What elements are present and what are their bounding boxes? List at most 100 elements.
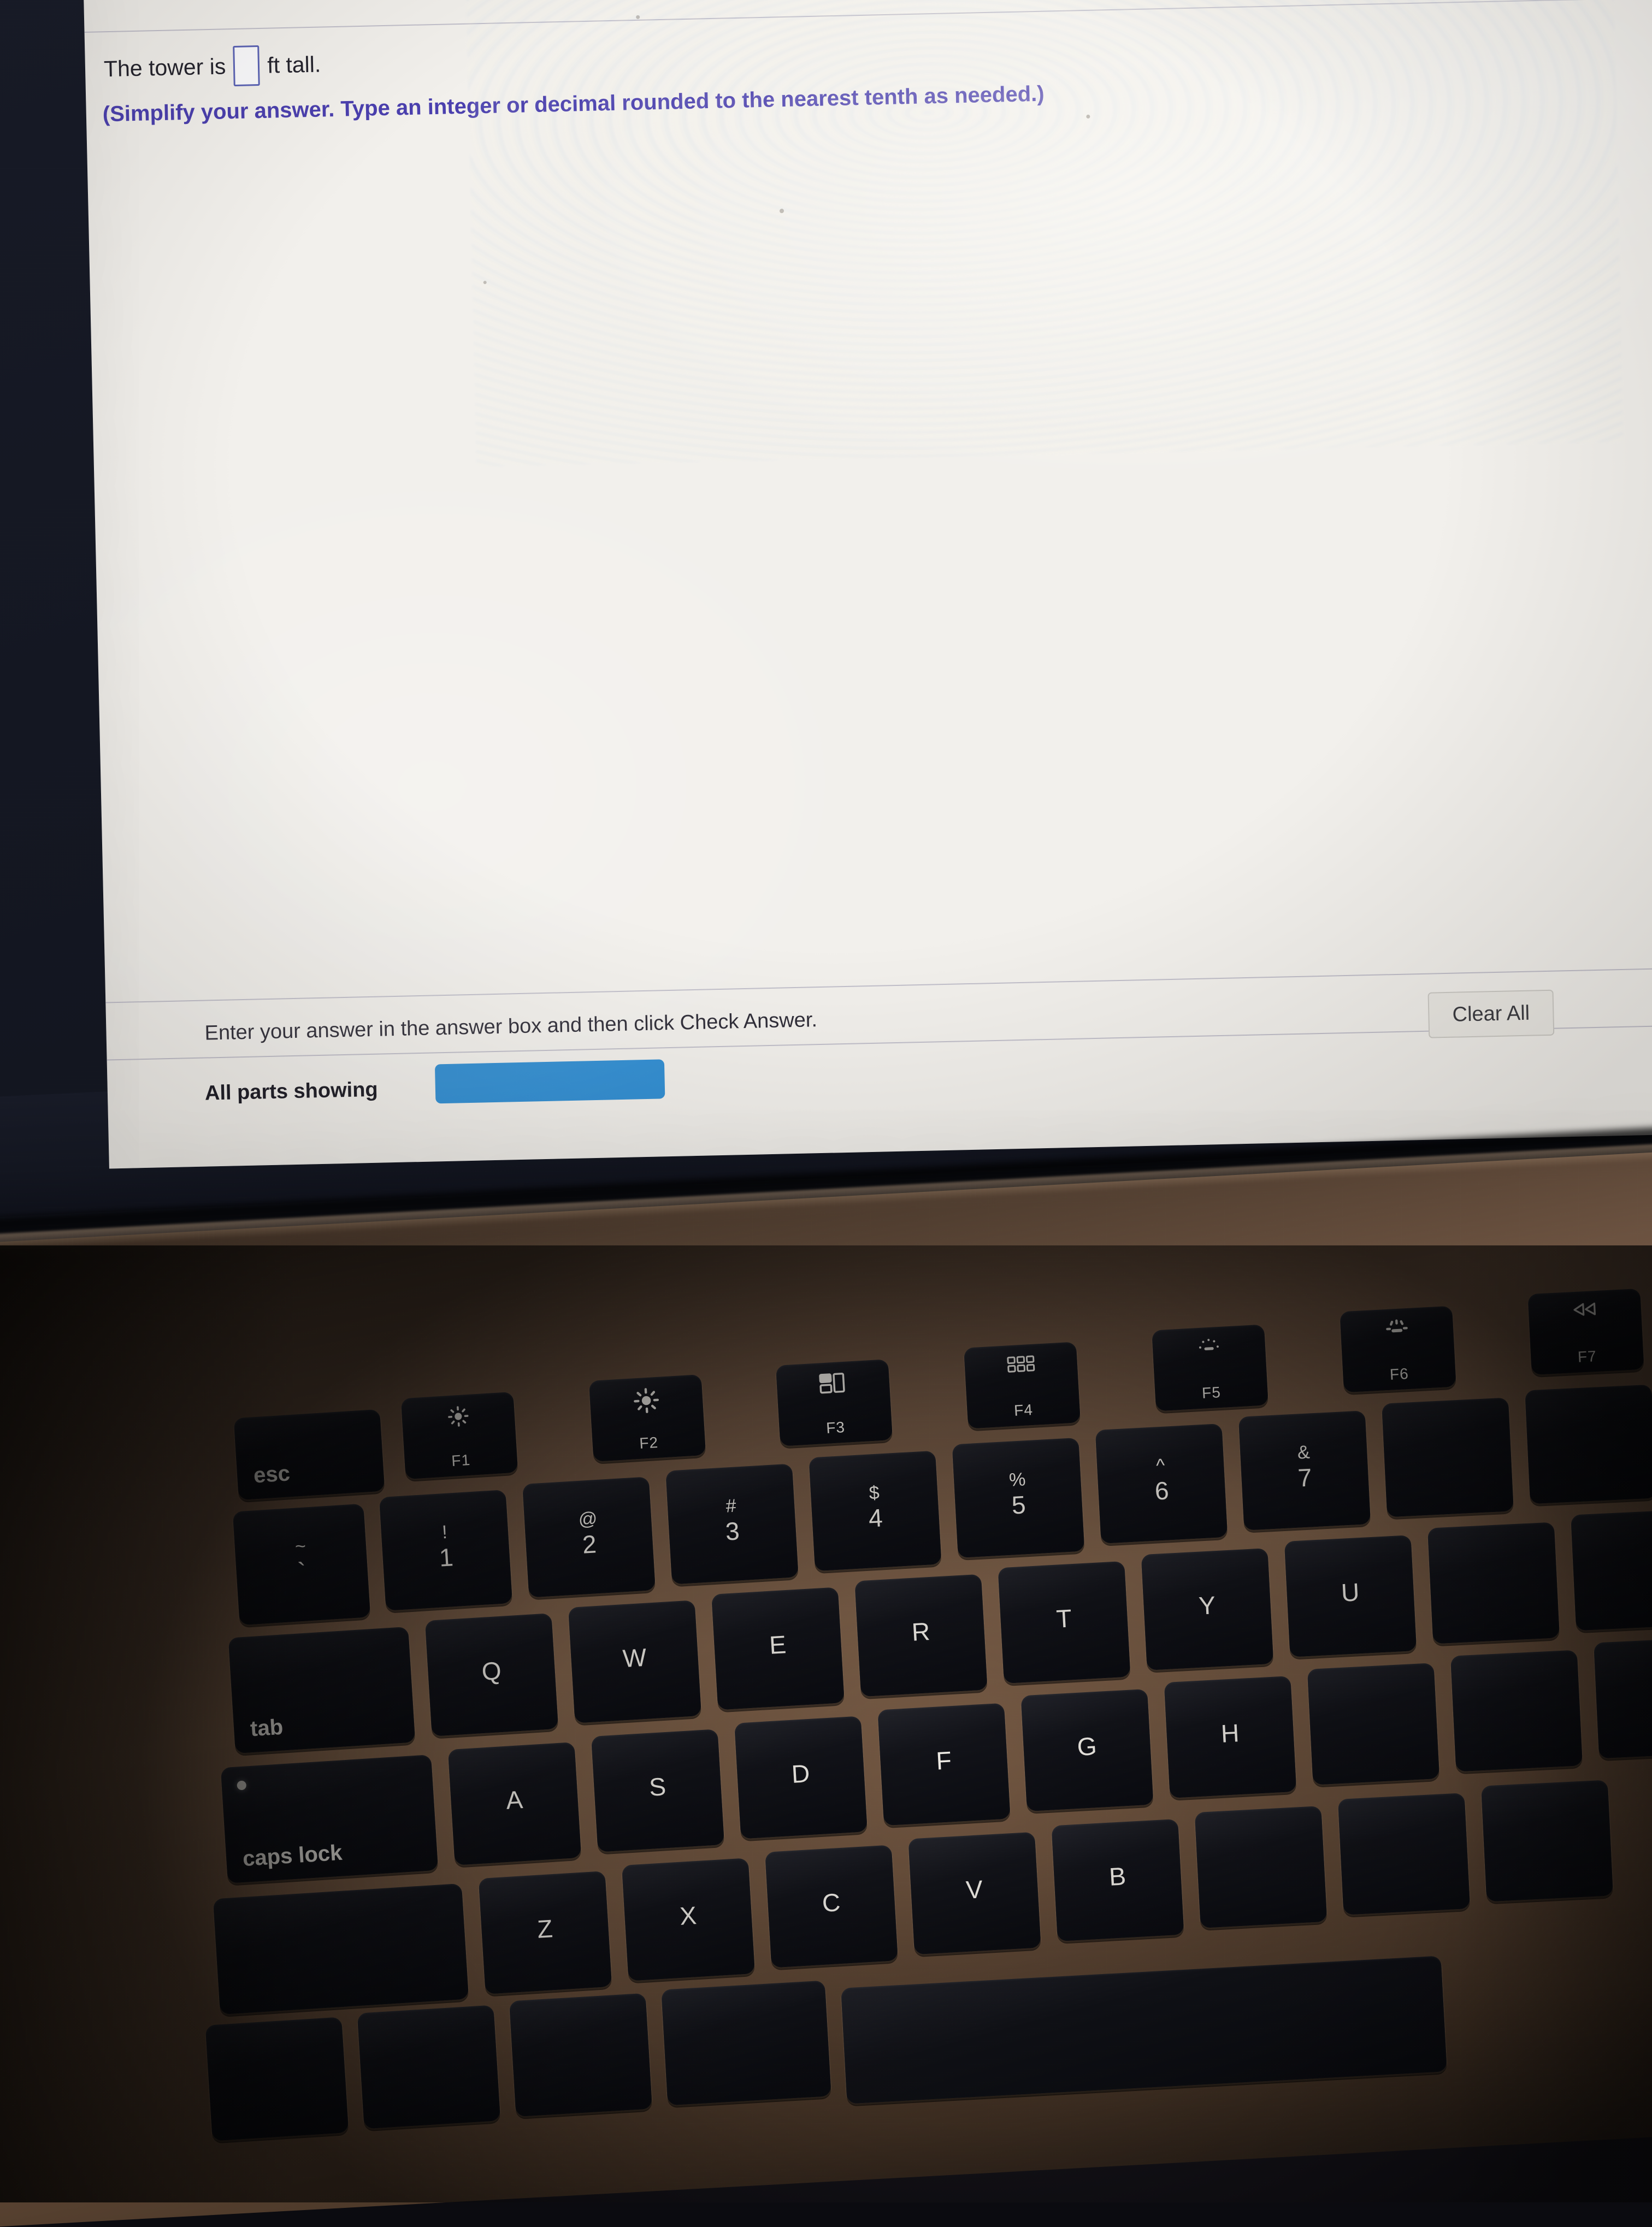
key-esc[interactable]: esc (234, 1409, 385, 1501)
key-b[interactable]: B (1051, 1819, 1184, 1941)
brightness-up-icon (632, 1386, 662, 1416)
key-label: ` (297, 1559, 307, 1585)
key-label: Q (481, 1658, 502, 1684)
key-label: 2 (582, 1531, 597, 1557)
key-label: Z (536, 1916, 553, 1942)
key-q[interactable]: Q (425, 1613, 559, 1736)
key-label: E (769, 1632, 787, 1658)
key-r[interactable]: R (854, 1574, 987, 1697)
key-f3[interactable]: F3 (776, 1359, 893, 1446)
key-label: 4 (868, 1505, 883, 1531)
key-x[interactable]: X (622, 1858, 755, 1981)
key-label: F7 (1577, 1348, 1597, 1366)
key-option-left[interactable] (509, 1993, 652, 2117)
key-backtick[interactable]: ~ ` (233, 1504, 371, 1626)
key-label: B (1108, 1863, 1126, 1889)
key-comma[interactable] (1481, 1780, 1613, 1901)
key-label: U (1341, 1579, 1360, 1605)
key-f4[interactable]: F4 (964, 1342, 1081, 1428)
key-label: 6 (1154, 1478, 1170, 1503)
key-shift-label: ~ (294, 1537, 306, 1556)
key-label: tab (250, 1715, 284, 1745)
key-7[interactable]: & 7 (1238, 1410, 1371, 1530)
key-t[interactable]: T (998, 1561, 1130, 1683)
key-shift-label: # (725, 1497, 737, 1516)
key-command-left[interactable] (661, 1981, 831, 2106)
key-c[interactable]: C (765, 1845, 898, 1968)
rewind-icon (1570, 1299, 1600, 1320)
key-v[interactable]: V (908, 1832, 1041, 1955)
key-label: F5 (1201, 1384, 1221, 1402)
launchpad-icon (1006, 1353, 1036, 1375)
key-label: F (935, 1747, 952, 1773)
key-shift-label: & (1297, 1443, 1310, 1462)
key-h[interactable]: H (1164, 1676, 1297, 1798)
key-6[interactable]: ^ 6 (1095, 1423, 1228, 1544)
keyboard-backlight-down-icon (1194, 1336, 1224, 1359)
key-k[interactable] (1450, 1650, 1583, 1771)
key-z[interactable]: Z (479, 1871, 612, 1994)
key-label: V (965, 1876, 983, 1903)
key-label: 7 (1297, 1464, 1313, 1490)
key-caps-lock[interactable]: caps lock (221, 1755, 439, 1883)
key-shift-label: ^ (1155, 1456, 1165, 1475)
key-f1[interactable]: F1 (401, 1392, 518, 1479)
key-shift-label: @ (578, 1509, 598, 1529)
keyboard: esc F1 F2 (0, 0, 1652, 2202)
key-label: F1 (451, 1451, 471, 1470)
key-control[interactable] (357, 2005, 500, 2129)
key-label: S (648, 1774, 666, 1800)
key-label: A (505, 1787, 523, 1813)
key-label: 3 (725, 1518, 740, 1544)
caps-lock-indicator (237, 1780, 246, 1790)
key-a[interactable]: A (448, 1742, 582, 1865)
key-u[interactable]: U (1284, 1535, 1417, 1657)
key-shift-label: $ (869, 1484, 880, 1503)
key-label: H (1220, 1720, 1240, 1746)
key-f2[interactable]: F2 (589, 1374, 706, 1462)
key-space[interactable] (841, 1956, 1447, 2104)
key-4[interactable]: $ 4 (809, 1451, 941, 1572)
mission-control-icon (818, 1371, 848, 1396)
key-j[interactable] (1307, 1663, 1439, 1785)
key-shift-left[interactable] (213, 1883, 469, 2015)
key-8[interactable] (1382, 1397, 1514, 1517)
key-e[interactable]: E (711, 1587, 845, 1710)
key-label: F6 (1389, 1365, 1409, 1384)
key-f5[interactable]: F5 (1152, 1325, 1268, 1411)
key-label: Y (1198, 1592, 1216, 1618)
key-g[interactable]: G (1020, 1689, 1153, 1811)
key-l[interactable] (1594, 1637, 1652, 1759)
key-label: caps lock (242, 1841, 343, 1875)
photo-scene: ses 2.1 HW The shadow of a vertical towe… (0, 0, 1652, 2202)
key-5[interactable]: % 5 (952, 1438, 1085, 1558)
key-f6[interactable]: F6 (1340, 1306, 1456, 1393)
key-label: C (822, 1889, 841, 1916)
key-1[interactable]: ! 1 (379, 1490, 512, 1611)
key-w[interactable]: W (568, 1600, 701, 1723)
key-f[interactable]: F (877, 1703, 1010, 1826)
brightness-down-icon (445, 1403, 472, 1430)
key-3[interactable]: # 3 (665, 1463, 799, 1584)
key-label: F4 (1013, 1401, 1033, 1420)
key-y[interactable]: Y (1141, 1548, 1274, 1670)
key-label: W (622, 1645, 647, 1671)
keyboard-backlight-up-icon (1382, 1317, 1412, 1342)
key-n[interactable] (1195, 1806, 1328, 1928)
key-tab[interactable]: tab (228, 1627, 416, 1753)
key-label: T (1055, 1605, 1072, 1631)
key-9[interactable] (1525, 1385, 1652, 1504)
key-d[interactable]: D (734, 1716, 868, 1839)
key-m[interactable] (1338, 1793, 1470, 1915)
key-fn[interactable] (205, 2017, 349, 2141)
key-shift-label: ! (441, 1523, 448, 1542)
key-o[interactable] (1571, 1509, 1652, 1631)
key-label: esc (253, 1461, 291, 1491)
key-label: G (1077, 1733, 1098, 1759)
key-2[interactable]: @ 2 (522, 1476, 656, 1597)
key-f7[interactable]: F7 (1527, 1289, 1644, 1375)
key-label: 5 (1011, 1492, 1026, 1517)
key-s[interactable]: S (591, 1729, 724, 1852)
key-i[interactable] (1427, 1522, 1560, 1644)
key-label: F3 (825, 1419, 845, 1437)
